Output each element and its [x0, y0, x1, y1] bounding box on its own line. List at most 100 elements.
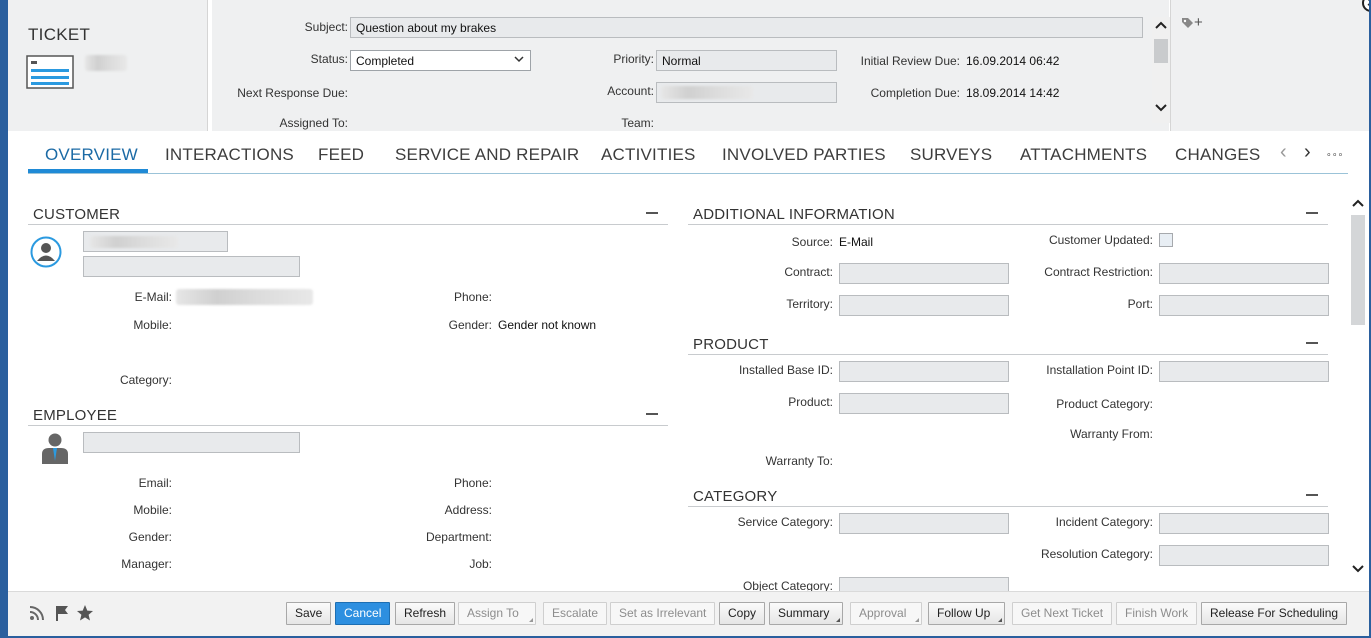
initial-review-label: Initial Review Due: — [860, 54, 960, 68]
copy-button[interactable]: Copy — [719, 602, 766, 625]
team-label: Team: — [621, 116, 654, 130]
employee-collapse-icon[interactable] — [646, 413, 658, 415]
customer-gender-label: Gender: — [448, 318, 492, 332]
employee-address-label: Address: — [444, 503, 492, 517]
customer-email-label: E-Mail: — [134, 290, 172, 304]
category-section-divider — [688, 506, 1328, 507]
product-field[interactable] — [839, 393, 1009, 414]
territory-label: Territory: — [786, 297, 833, 311]
ticket-icon — [26, 55, 74, 89]
status-label: Status: — [310, 52, 348, 66]
contract-label: Contract: — [784, 265, 833, 279]
initial-review-value: 16.09.2014 06:42 — [966, 54, 1060, 68]
flag-icon[interactable] — [53, 604, 71, 622]
service-category-field[interactable] — [839, 513, 1009, 534]
customer-name-field[interactable] — [83, 231, 228, 252]
employee-manager-label: Manager: — [121, 557, 172, 571]
product-collapse-icon[interactable] — [1306, 342, 1318, 344]
tag-icon[interactable] — [1181, 17, 1194, 30]
tab-interactions[interactable]: INTERACTIONS — [165, 145, 294, 165]
additional-info-collapse-icon[interactable] — [1306, 212, 1318, 214]
port-label: Port: — [1127, 297, 1153, 311]
content-scrollbar-thumb[interactable] — [1351, 215, 1365, 325]
assign-to-button[interactable]: Assign To — [458, 602, 536, 625]
employee-name-field[interactable] — [83, 432, 300, 453]
star-icon[interactable] — [76, 604, 94, 622]
incident-category-field[interactable] — [1159, 513, 1329, 534]
customer-email-redacted — [176, 289, 313, 305]
contract-restriction-label: Contract Restriction: — [1044, 265, 1153, 279]
installed-base-label: Installed Base ID: — [738, 363, 833, 377]
installation-point-label: Installation Point ID: — [1046, 363, 1153, 377]
priority-label: Priority: — [613, 52, 654, 66]
subject-label: Subject: — [304, 20, 348, 34]
chevron-down-icon[interactable] — [1352, 564, 1364, 574]
refresh-button[interactable]: Refresh — [395, 602, 456, 625]
employee-email-label: Email: — [138, 476, 172, 490]
tabs-prev-button[interactable]: ‹ — [1280, 141, 1287, 164]
follow-up-label: Follow Up — [937, 606, 991, 620]
customer-avatar-icon — [30, 236, 62, 268]
escalate-button[interactable]: Escalate — [543, 602, 608, 625]
account-field[interactable] — [656, 82, 837, 103]
contract-restriction-field[interactable] — [1159, 263, 1329, 284]
content-scrollbar[interactable] — [1349, 195, 1367, 581]
save-button[interactable]: Save — [286, 602, 332, 625]
rss-feed-icon[interactable] — [28, 604, 46, 622]
finish-work-button[interactable]: Finish Work — [1116, 602, 1198, 625]
tab-feed[interactable]: FEED — [318, 145, 364, 165]
ticket-window: TICKET Subject: Question about my brakes… — [8, 0, 1369, 636]
status-select[interactable]: Completed — [350, 50, 531, 71]
add-tag-button[interactable]: + — [1194, 14, 1203, 31]
completion-due-label: Completion Due: — [870, 86, 960, 100]
summary-button[interactable]: Summary — [769, 602, 843, 625]
tab-activities[interactable]: ACTIVITIES — [601, 145, 696, 165]
chevron-up-icon[interactable] — [1155, 20, 1167, 30]
customer-category-label: Category: — [119, 373, 172, 387]
tabs-next-button[interactable]: › — [1304, 141, 1311, 164]
follow-up-button[interactable]: Follow Up — [928, 602, 1005, 625]
dropdown-corner-icon — [529, 618, 533, 622]
customer-name-redacted — [90, 236, 178, 248]
product-section-title: PRODUCT — [693, 336, 769, 353]
chevron-down-icon[interactable] — [1155, 103, 1167, 113]
get-next-ticket-button[interactable]: Get Next Ticket — [1012, 602, 1113, 625]
approval-button[interactable]: Approval — [850, 602, 922, 625]
tab-overview[interactable]: OVERVIEW — [45, 145, 138, 165]
tabs-more-button[interactable]: ∘∘∘ — [1326, 149, 1344, 160]
status-value: Completed — [356, 54, 415, 68]
contract-field[interactable] — [839, 263, 1009, 284]
installed-base-field[interactable] — [839, 361, 1009, 382]
source-value: E-Mail — [839, 235, 874, 249]
priority-field[interactable]: Normal — [656, 50, 837, 71]
release-for-scheduling-button[interactable]: Release For Scheduling — [1201, 602, 1348, 625]
tab-attachments[interactable]: ATTACHMENTS — [1020, 145, 1147, 165]
object-type-title: TICKET — [28, 25, 91, 44]
chevron-up-icon[interactable] — [1352, 198, 1364, 208]
territory-field[interactable] — [839, 295, 1009, 316]
incident-category-label: Incident Category: — [1055, 515, 1153, 529]
customer-address-field[interactable] — [83, 256, 300, 277]
tab-service-and-repair[interactable]: SERVICE AND REPAIR — [395, 145, 579, 165]
installation-point-field[interactable] — [1159, 361, 1329, 382]
resolution-category-field[interactable] — [1159, 545, 1329, 566]
product-label: Product: — [788, 395, 833, 409]
customer-mobile-label: Mobile: — [133, 318, 172, 332]
cancel-button[interactable]: Cancel — [335, 602, 391, 625]
header-scrollbar[interactable] — [1152, 17, 1170, 123]
set-irrelevant-button[interactable]: Set as Irrelevant — [610, 602, 716, 625]
warranty-to-label: Warranty To: — [765, 454, 833, 468]
customer-updated-checkbox[interactable] — [1159, 233, 1173, 247]
customer-phone-label: Phone: — [453, 290, 492, 304]
tab-involved-parties[interactable]: INVOLVED PARTIES — [722, 145, 886, 165]
customer-collapse-icon[interactable] — [646, 212, 658, 214]
tab-surveys[interactable]: SURVEYS — [910, 145, 992, 165]
category-collapse-icon[interactable] — [1306, 494, 1318, 496]
service-category-label: Service Category: — [737, 515, 833, 529]
port-field[interactable] — [1159, 295, 1329, 316]
header-scrollbar-thumb[interactable] — [1154, 39, 1168, 63]
product-section-divider — [688, 354, 1328, 355]
tab-changes[interactable]: CHANGES — [1175, 145, 1260, 165]
category-section-title: CATEGORY — [693, 488, 778, 505]
subject-field[interactable]: Question about my brakes — [350, 17, 1143, 38]
